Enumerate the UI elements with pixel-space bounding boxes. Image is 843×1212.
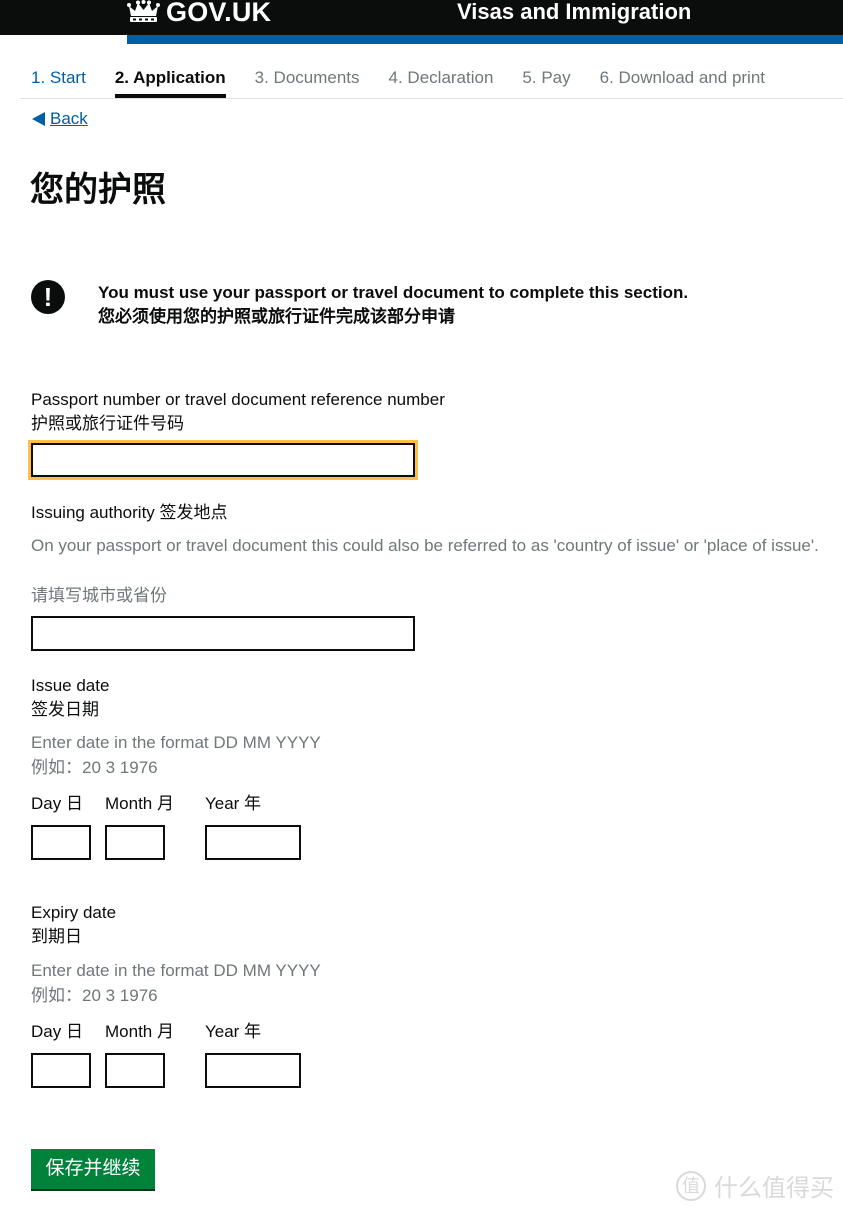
expiry-day-input[interactable] <box>31 1053 91 1088</box>
watermark-text: 什么值得买 <box>714 1175 834 1202</box>
watermark: 值 什么值得买 <box>676 1168 834 1203</box>
passport-number-label-en: Passport number or travel document refer… <box>31 390 445 409</box>
govuk-logo-link[interactable]: GOV.UK <box>127 0 271 28</box>
issue-year-input[interactable] <box>204 825 301 860</box>
issuing-authority-input[interactable] <box>31 616 415 651</box>
step-documents: 3. Documents <box>254 68 360 87</box>
exclamation-icon: ! <box>31 280 65 314</box>
watermark-logo-icon: 值 <box>676 1170 706 1201</box>
steps-divider <box>20 98 843 99</box>
step-download-and-print: 6. Download and print <box>599 68 766 87</box>
expiry-date-inputs: Day 日 Month 月 Year 年 <box>31 1020 315 1088</box>
expiry-month-label: Month 月 <box>105 1022 174 1041</box>
step-application: 2. Application <box>114 62 226 99</box>
expiry-month-input[interactable] <box>105 1053 165 1088</box>
issue-date-hint-zh: 例如：20 3 1976 <box>31 758 158 777</box>
issue-date-inputs: Day 日 Month 月 Year 年 <box>31 792 315 860</box>
issue-day-input[interactable] <box>31 825 91 860</box>
issuing-authority-hint-zh: 请填写城市或省份 <box>31 586 167 605</box>
save-and-continue-button[interactable]: 保存并继续 <box>31 1149 155 1189</box>
passport-number-label-zh: 护照或旅行证件号码 <box>31 414 184 433</box>
logo-text: GOV.UK <box>166 0 272 27</box>
expiry-date-label-en: Expiry date <box>31 903 117 922</box>
page-title: 您的护照 <box>30 171 166 209</box>
passport-number-input[interactable] <box>28 440 418 480</box>
back-link[interactable]: Back <box>32 109 88 129</box>
back-link-text[interactable]: Back <box>50 109 88 129</box>
expiry-day-label: Day 日 <box>31 1022 83 1041</box>
crown-icon <box>127 0 160 22</box>
issue-month-label: Month 月 <box>105 794 174 813</box>
issue-date-hint-en: Enter date in the format DD MM YYYY <box>31 733 321 752</box>
warning-text-en: You must use your passport or travel doc… <box>98 283 689 302</box>
issuing-authority-label: Issuing authority 签发地点 <box>31 503 228 522</box>
issue-year-label: Year 年 <box>204 794 262 813</box>
site-header: GOV.UK Visas and Immigration <box>0 0 843 35</box>
step-start[interactable]: 1. Start <box>31 62 86 99</box>
issue-date-label-zh: 签发日期 <box>31 700 99 719</box>
issuing-authority-hint-en: On your passport or travel document this… <box>31 536 819 555</box>
service-name[interactable]: Visas and Immigration <box>457 0 691 32</box>
progress-steps: 1. Start 2. Application 3. Documents 4. … <box>31 62 843 99</box>
expiry-year-label: Year 年 <box>204 1022 262 1041</box>
step-pay: 5. Pay <box>522 68 571 87</box>
warning-text-zh: 您必须使用您的护照或旅行证件完成该部分申请 <box>98 307 455 326</box>
triangle-left-icon <box>32 112 45 126</box>
step-declaration: 4. Declaration <box>388 68 494 87</box>
expiry-date-label-zh: 到期日 <box>31 927 82 946</box>
issue-date-label-en: Issue date <box>31 676 110 695</box>
warning-notice: ! You must use your passport or travel d… <box>31 280 689 329</box>
expiry-date-hint-zh: 例如：20 3 1976 <box>31 986 158 1005</box>
issue-month-input[interactable] <box>105 825 165 860</box>
expiry-date-hint-en: Enter date in the format DD MM YYYY <box>31 961 321 980</box>
issue-day-label: Day 日 <box>31 794 83 813</box>
expiry-year-input[interactable] <box>204 1053 301 1088</box>
header-accent-bar <box>127 35 843 44</box>
